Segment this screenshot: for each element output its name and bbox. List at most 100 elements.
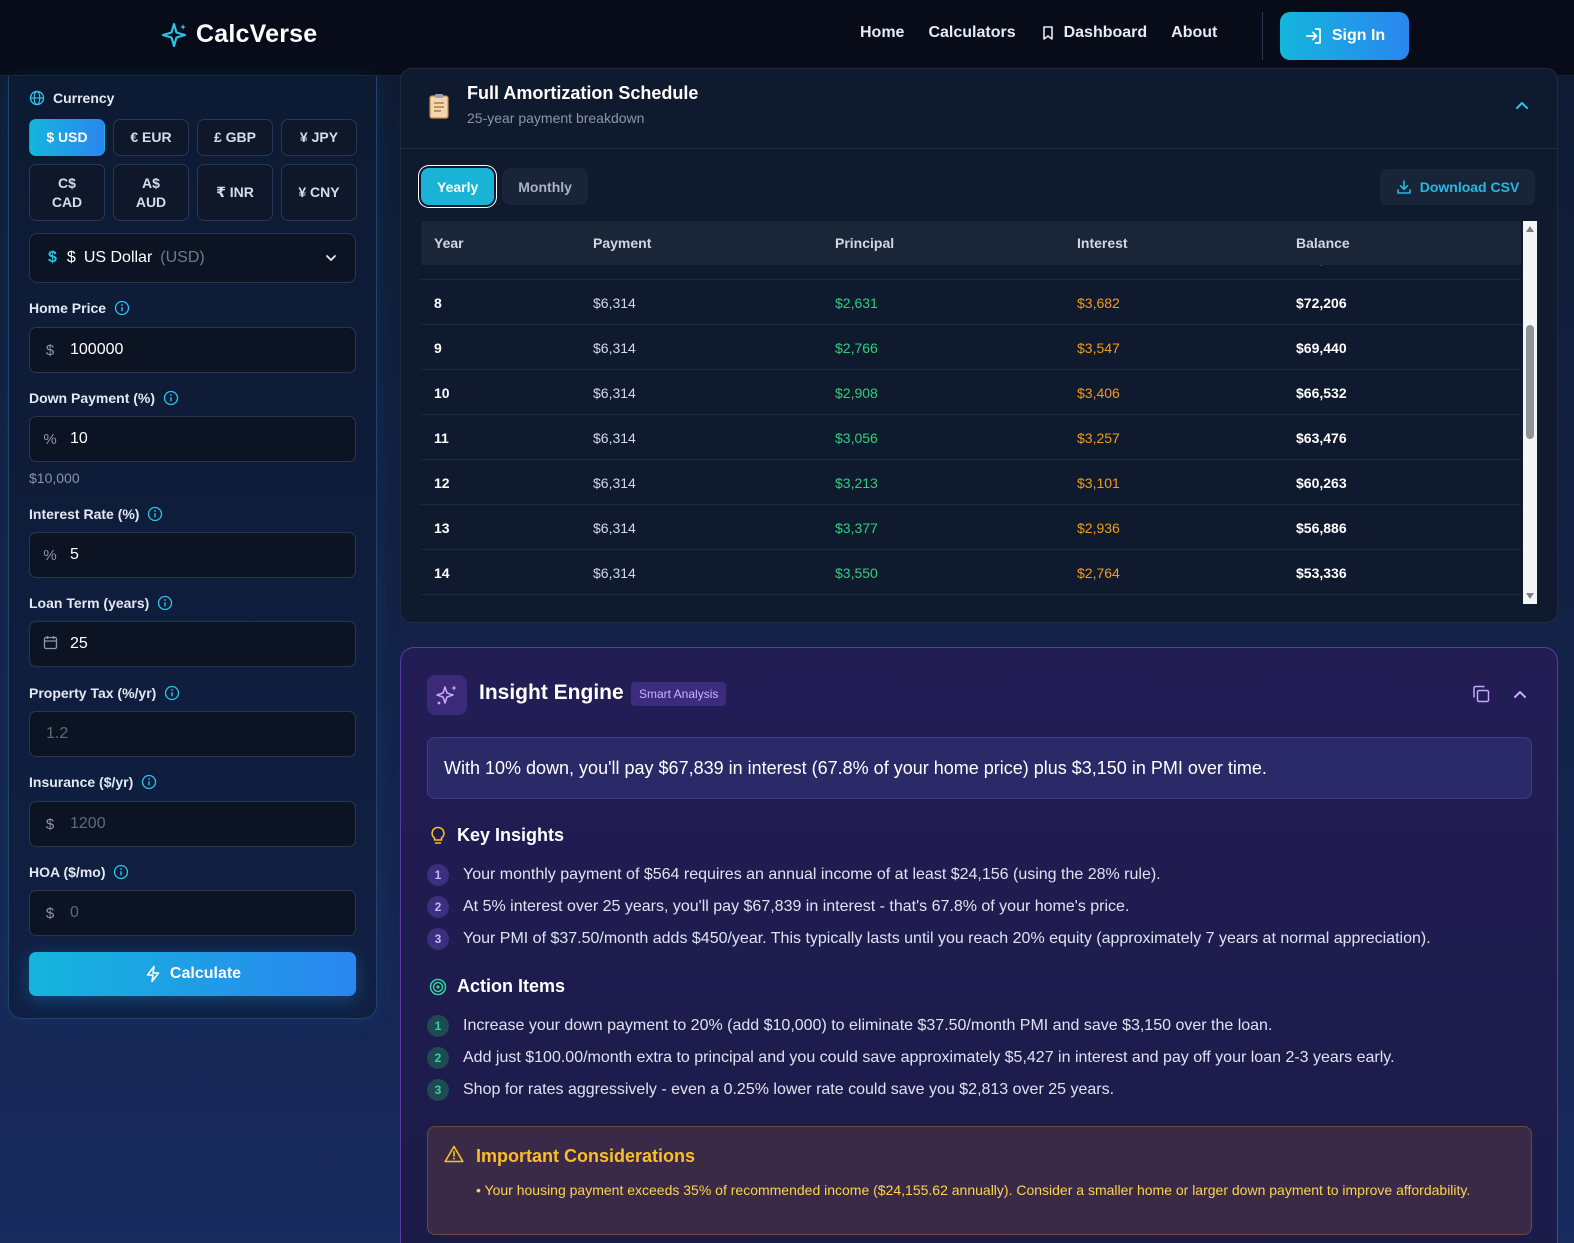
list-item: 2 Add just $100.00/month extra to princip… [427,1042,1537,1074]
copy-icon[interactable] [1471,684,1491,704]
down-payment-input[interactable]: % 10 [29,416,356,462]
info-icon[interactable] [163,390,179,406]
insurance-input[interactable]: $ 1200 [29,801,356,847]
interest-rate-label: Interest Rate (%) [29,506,163,522]
down-payment-label: Down Payment (%) [29,390,179,406]
insurance-label: Insurance ($/yr) [29,774,157,790]
currency-jpy-button[interactable]: ¥ JPY [281,119,357,156]
insight-summary: With 10% down, you'll pay $67,839 in int… [427,737,1532,799]
table-row: 8 $6,314 $2,631 $3,682 $72,206 [421,280,1521,325]
currency-aud-button[interactable]: A$ AUD [113,164,189,221]
scroll-down-arrow[interactable] [1526,593,1534,599]
tab-monthly[interactable]: Monthly [502,168,588,205]
property-tax-label: Property Tax (%/yr) [29,685,180,701]
key-insights-list: 1 Your monthly payment of $564 requires a… [427,859,1537,955]
currency-cad-button[interactable]: C$ CAD [29,164,105,221]
hoa-input[interactable]: $ 0 [29,890,356,936]
scroll-thumb[interactable] [1526,325,1534,439]
hoa-placeholder: 0 [70,904,79,921]
property-tax-input[interactable]: 1.2 [29,711,356,757]
column-header-principal[interactable]: Principal [835,235,894,251]
sign-in-label: Sign In [1331,27,1386,44]
insurance-placeholder: 1200 [70,815,106,832]
column-header-balance[interactable]: Balance [1296,235,1350,251]
dollar-prefix: $ [45,904,55,922]
nav-dashboard[interactable]: Dashboard [1040,24,1147,42]
list-item: 3 Shop for rates aggressively - even a 0.… [427,1074,1537,1106]
currency-aud-symbol: A$ [142,174,160,191]
top-navbar: CalcVerse Home Calculators Dashboard Abo… [0,0,1574,76]
nav-about[interactable]: About [1171,24,1217,42]
loan-term-input[interactable]: 25 [29,621,356,667]
currency-inr-button[interactable]: ₹ INR [197,164,273,221]
download-csv-button[interactable]: Download CSV [1380,169,1535,205]
smart-analysis-badge: Smart Analysis [631,682,727,706]
scroll-up-arrow[interactable] [1526,226,1534,232]
list-number: 3 [427,1079,449,1101]
interest-rate-label-text: Interest Rate (%) [29,506,140,522]
down-payment-label-text: Down Payment (%) [29,390,156,406]
cell-interest: $3,682 [1077,295,1120,311]
bookmark-icon [1042,26,1053,40]
considerations-title: Important Considerations [476,1146,696,1166]
info-icon[interactable] [157,595,173,611]
nav-calculators[interactable]: Calculators [928,24,1015,42]
insight-text: At 5% interest over 25 years, you'll pay… [463,898,1130,915]
cell-balance: $63,476 [1296,430,1347,446]
key-insights-title: Key Insights [457,825,565,845]
column-header-interest[interactable]: Interest [1077,235,1128,251]
calculate-button[interactable]: Calculate [29,952,356,996]
cell-balance: $72,206 [1296,295,1347,311]
dollar-prefix: $ [45,341,55,359]
amortization-title: Full Amortization Schedule [467,83,699,103]
chevron-up-icon[interactable] [1511,686,1529,704]
column-header-year[interactable]: Year [434,235,464,251]
cell-principal: $3,377 [835,520,878,536]
currency-cad-code: CAD [51,193,83,210]
currency-usd-button[interactable]: $ USD [29,119,105,156]
currency-eur-button[interactable]: € EUR [113,119,189,156]
amortization-card: Full Amortization Schedule 25-year payme… [400,68,1558,623]
calculator-sidebar: Currency $ USD € EUR £ GBP ¥ JPY C$ CAD A… [8,76,377,1019]
amortization-subtitle: 25-year payment breakdown [467,110,645,126]
cell-balance: $66,532 [1296,385,1347,401]
tab-yearly[interactable]: Yearly [421,168,495,205]
cell-year: 13 [434,520,450,536]
cell-interest: $2,936 [1077,520,1120,536]
list-number: 3 [427,928,449,950]
chevron-up-icon[interactable] [1513,97,1531,115]
warning-icon [444,1145,464,1163]
cell-year: 11 [434,430,449,446]
chevron-down-icon [326,255,336,261]
brand-logo[interactable]: CalcVerse [160,20,317,49]
home-price-label-text: Home Price [29,300,107,316]
percent-prefix: % [43,546,57,564]
sparkle-logo-icon [161,22,187,47]
down-payment-amount: $10,000 [29,470,80,486]
cell-year: 8 [434,295,442,311]
info-icon[interactable] [113,864,129,880]
clipboard-icon [429,94,449,119]
currency-select[interactable]: $ $ US Dollar (USD) [29,233,356,283]
action-items-list: 1 Increase your down payment to 20% (add … [427,1010,1537,1106]
info-icon[interactable] [147,506,163,522]
home-price-input[interactable]: $ 100000 [29,327,356,373]
table-scrollbar[interactable] [1523,221,1537,604]
table-row: 12 $6,314 $3,213 $3,101 $60,263 [421,460,1521,505]
info-icon[interactable] [141,774,157,790]
interest-rate-input[interactable]: % 5 [29,532,356,578]
column-header-payment[interactable]: Payment [593,235,651,251]
info-icon[interactable] [164,685,180,701]
currency-cad-symbol: C$ [58,174,76,191]
table-row: 9 $6,314 $2,766 $3,547 $69,440 [421,325,1521,370]
nav-home[interactable]: Home [860,24,904,42]
currency-cny-button[interactable]: ¥ CNY [281,164,357,221]
dollar-icon: $ [48,249,57,266]
currency-gbp-button[interactable]: £ GBP [197,119,273,156]
table-row: 11 $6,314 $3,056 $3,257 $63,476 [421,415,1521,460]
info-icon[interactable] [114,300,130,316]
sign-in-button[interactable]: Sign In [1280,12,1409,60]
brand-name: CalcVerse [196,20,318,48]
action-text: Increase your down payment to 20% (add $… [463,1017,1273,1034]
nav-divider [1262,12,1263,60]
